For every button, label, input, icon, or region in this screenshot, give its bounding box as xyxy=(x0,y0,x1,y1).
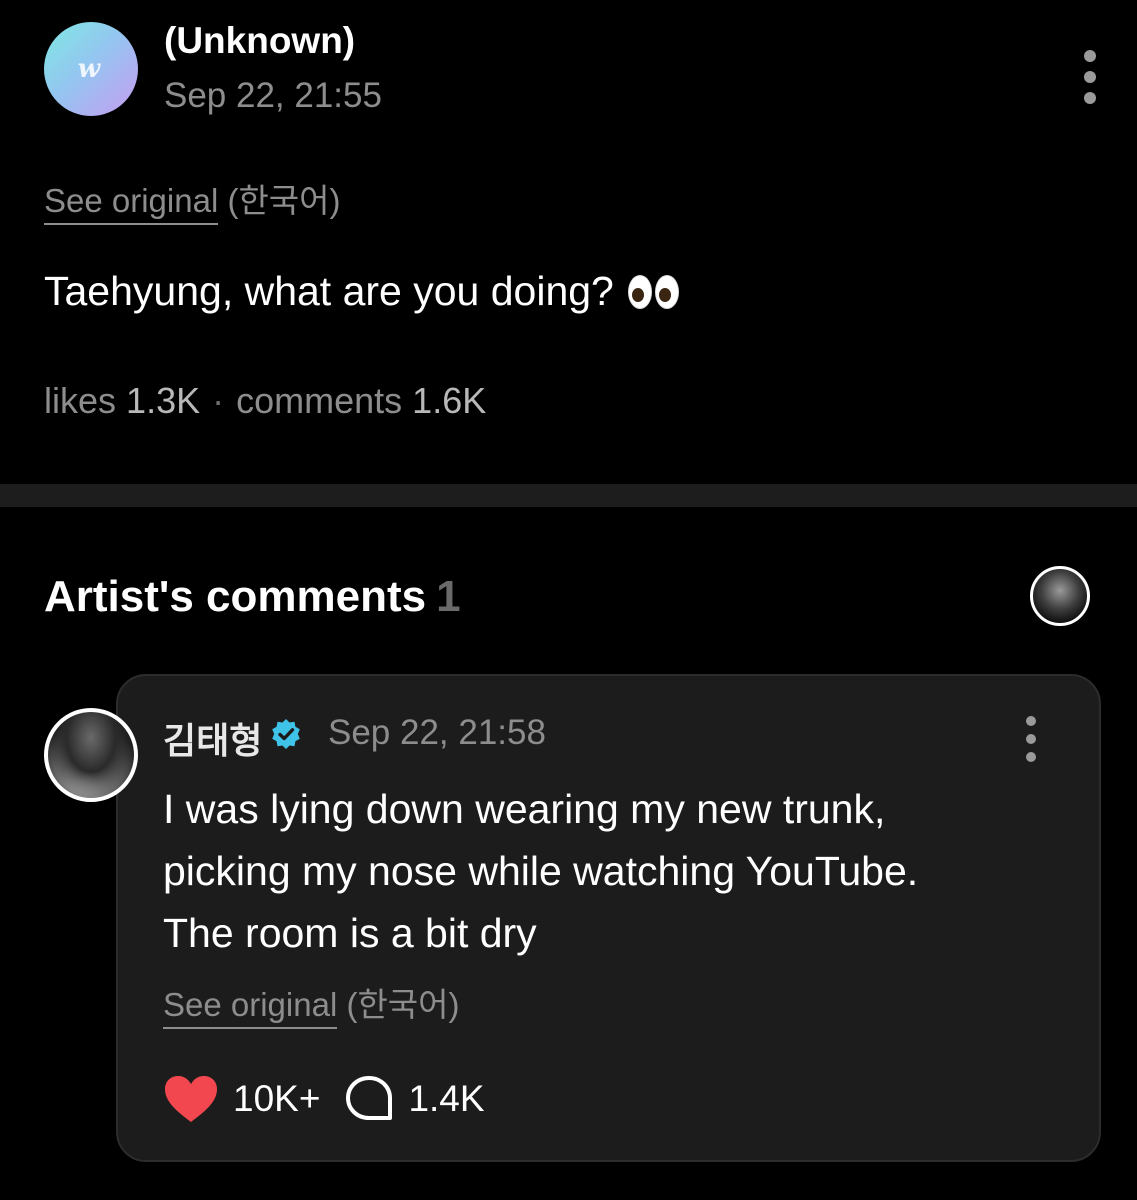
commenter-avatar[interactable] xyxy=(44,708,138,802)
comments-label[interactable]: comments xyxy=(236,380,402,421)
post-timestamp: Sep 22, 21:55 xyxy=(164,76,382,115)
comment-line: The room is a bit dry xyxy=(163,910,537,956)
commenter-name[interactable]: 김태형 xyxy=(163,712,262,764)
post-text: Taehyung, what are you doing? xyxy=(44,268,614,314)
comment-see-original: See original (한국어) xyxy=(163,978,460,1029)
comment-line: I was lying down wearing my new trunk, xyxy=(163,786,886,832)
post-text-row: Taehyung, what are you doing? xyxy=(44,268,679,315)
artist-comments-title: Artist's comments 1 xyxy=(44,572,461,622)
comment-line: picking my nose while watching YouTube. xyxy=(163,848,919,894)
comment-like-count: 10K+ xyxy=(233,1078,321,1119)
comment-timestamp: Sep 22, 21:58 xyxy=(328,713,546,752)
comments-count[interactable]: 1.6K xyxy=(412,380,486,421)
section-divider xyxy=(0,484,1137,507)
post-see-original: See original (한국어) xyxy=(44,174,341,225)
see-original-link[interactable]: See original xyxy=(163,986,338,1029)
post-detail-page: w (Unknown) Sep 22, 21:55 See original (… xyxy=(0,0,1137,1200)
comment-body: I was lying down wearing my new trunk, p… xyxy=(163,778,1063,964)
artist-comments-label: Artist's comments xyxy=(44,572,427,621)
original-language: (한국어) xyxy=(346,986,460,1023)
verified-badge-icon xyxy=(272,719,300,749)
original-language: (한국어) xyxy=(227,182,341,219)
post-stats: likes 1.3K · comments 1.6K xyxy=(44,380,486,422)
comment-reply-count: 1.4K xyxy=(408,1078,485,1119)
more-vertical-icon[interactable] xyxy=(1016,716,1046,762)
author-avatar[interactable]: w xyxy=(44,22,138,116)
likes-label: likes xyxy=(44,380,117,421)
heart-icon[interactable] xyxy=(163,1074,219,1124)
likes-count: 1.3K xyxy=(126,380,201,421)
more-vertical-icon[interactable] xyxy=(1075,50,1105,104)
author-name[interactable]: (Unknown) xyxy=(164,20,355,62)
comment-bubble-icon[interactable] xyxy=(344,1074,394,1124)
comment-actions: 10K+ 1.4K xyxy=(163,1072,485,1126)
artist-mini-avatar[interactable] xyxy=(1030,566,1090,626)
see-original-link[interactable]: See original xyxy=(44,182,219,225)
artist-comments-count: 1 xyxy=(436,572,461,621)
weverse-logo-icon: w xyxy=(77,54,101,84)
stats-separator: · xyxy=(212,380,225,421)
eyes-emoji-icon xyxy=(627,274,679,309)
